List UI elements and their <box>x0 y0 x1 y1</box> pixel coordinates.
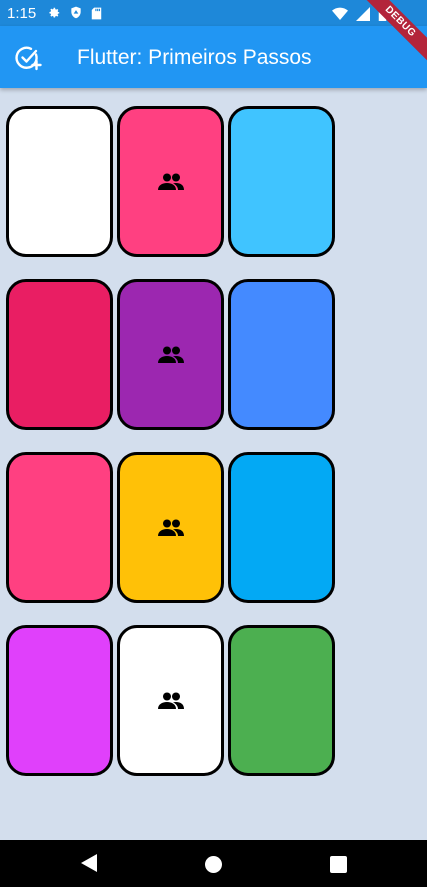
shield-icon <box>70 6 82 25</box>
page-title: Flutter: Primeiros Passos <box>77 46 312 69</box>
color-tile[interactable] <box>117 106 224 257</box>
color-tile[interactable] <box>117 279 224 430</box>
color-tile[interactable] <box>6 279 113 430</box>
color-tile[interactable] <box>117 625 224 776</box>
color-tile[interactable] <box>228 625 335 776</box>
people-icon <box>157 519 184 537</box>
color-tile[interactable] <box>6 452 113 603</box>
wifi-icon <box>332 7 348 26</box>
add-task-icon[interactable] <box>14 44 42 72</box>
status-bar: 1:15 <box>0 0 427 26</box>
status-time: 1:15 <box>7 5 37 22</box>
color-tile[interactable] <box>228 106 335 257</box>
gear-icon <box>47 6 61 25</box>
home-icon[interactable] <box>205 856 222 878</box>
color-tile[interactable] <box>6 106 113 257</box>
people-icon <box>157 346 184 364</box>
recents-icon[interactable] <box>330 856 347 878</box>
color-tile[interactable] <box>117 452 224 603</box>
sd-card-icon <box>91 7 102 25</box>
color-tile[interactable] <box>6 625 113 776</box>
people-icon <box>157 173 184 191</box>
color-tile[interactable] <box>228 452 335 603</box>
color-tile[interactable] <box>228 279 335 430</box>
signal-icon <box>356 6 370 26</box>
app-bar: Flutter: Primeiros Passos <box>0 26 427 88</box>
people-icon <box>157 692 184 710</box>
back-icon[interactable] <box>80 853 98 878</box>
system-nav-bar <box>0 840 427 887</box>
